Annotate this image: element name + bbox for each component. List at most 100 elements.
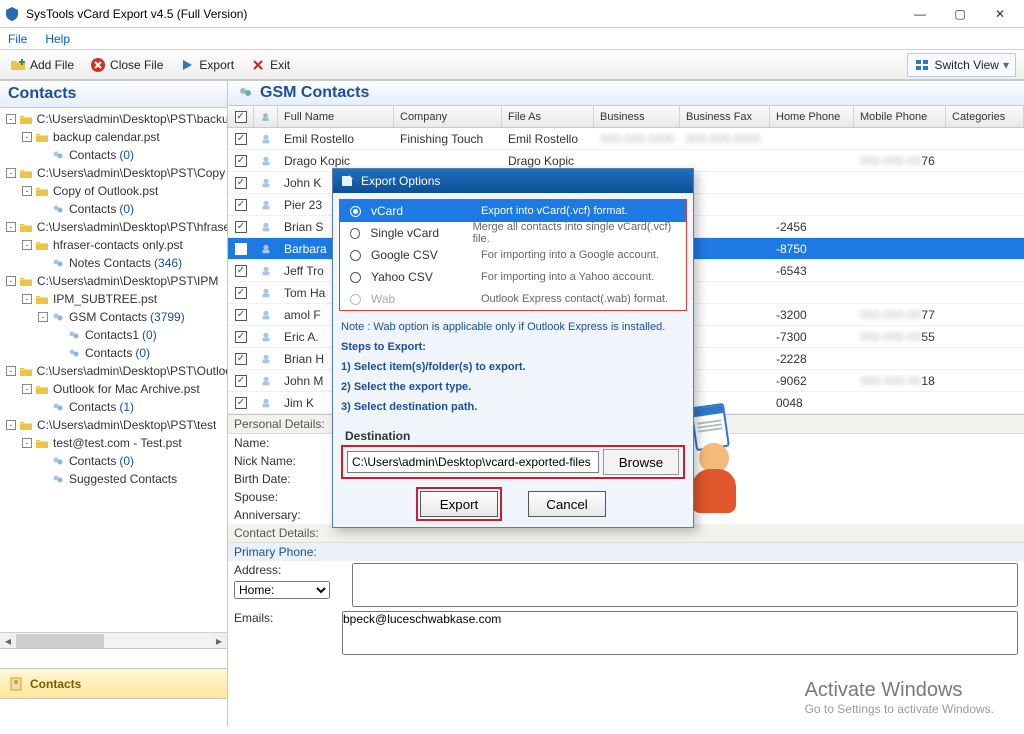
header-checkbox[interactable]: ✓ bbox=[228, 106, 254, 127]
add-file-button[interactable]: Add File bbox=[4, 53, 80, 77]
contacts-folder-icon bbox=[51, 148, 65, 162]
close-button[interactable]: ✕ bbox=[980, 1, 1020, 27]
tree-node[interactable]: -hfraser-contacts only.pst bbox=[0, 236, 227, 254]
col-categories[interactable]: Categories bbox=[946, 106, 1024, 127]
address-type-select[interactable]: Home: bbox=[234, 581, 330, 599]
contact-avatar bbox=[693, 405, 741, 519]
menu-help[interactable]: Help bbox=[45, 32, 70, 46]
label-birthdate: Birth Date: bbox=[234, 472, 334, 486]
scroll-right-icon[interactable]: ▸ bbox=[211, 633, 227, 649]
tree-node[interactable]: -IPM_SUBTREE.pst bbox=[0, 290, 227, 308]
dialog-cancel-button[interactable]: Cancel bbox=[528, 491, 606, 517]
expander-icon[interactable]: - bbox=[38, 312, 48, 322]
close-red-icon bbox=[90, 57, 106, 73]
expander-icon[interactable]: - bbox=[22, 438, 32, 448]
folder-tree[interactable]: -C:\Users\admin\Desktop\PST\backup-backu… bbox=[0, 108, 227, 632]
col-business[interactable]: Business bbox=[594, 106, 680, 127]
scrollbar-thumb[interactable] bbox=[16, 634, 104, 648]
activate-watermark: Activate Windows Go to Settings to activ… bbox=[805, 679, 994, 716]
tree-node[interactable]: -backup calendar.pst bbox=[0, 128, 227, 146]
expander-icon[interactable]: - bbox=[6, 276, 16, 286]
expander-icon[interactable]: - bbox=[22, 186, 32, 196]
folder-icon bbox=[35, 184, 49, 198]
tree-node[interactable]: -test@test.com - Test.pst bbox=[0, 434, 227, 452]
contacts-folder-icon bbox=[67, 328, 81, 342]
label-name: Name: bbox=[234, 436, 334, 450]
label-emails: Emails: bbox=[234, 611, 334, 625]
expander-icon[interactable]: - bbox=[6, 222, 16, 232]
tree-node[interactable]: Notes Contacts (346) bbox=[0, 254, 227, 272]
tree-node[interactable]: -C:\Users\admin\Desktop\PST\Outlook bbox=[0, 362, 227, 380]
tree-node[interactable]: Contacts (0) bbox=[0, 344, 227, 362]
folder-icon bbox=[19, 220, 33, 234]
label-anniversary: Anniversary: bbox=[234, 508, 334, 522]
destination-label: Destination bbox=[333, 425, 693, 445]
tree-node[interactable]: Contacts (0) bbox=[0, 452, 227, 470]
tree-node[interactable]: Suggested Contacts bbox=[0, 470, 227, 488]
tree-node[interactable]: Contacts (1) bbox=[0, 398, 227, 416]
contacts-icon bbox=[8, 676, 24, 692]
tree-node[interactable]: -GSM Contacts (3799) bbox=[0, 308, 227, 326]
tree-node[interactable]: -C:\Users\admin\Desktop\PST\Copy bbox=[0, 164, 227, 182]
expander-icon[interactable]: - bbox=[22, 384, 32, 394]
switch-view-icon bbox=[914, 57, 930, 73]
table-row[interactable]: ✓Emil RostelloFinishing TouchEmil Rostel… bbox=[228, 128, 1024, 150]
tree-node[interactable]: -Outlook for Mac Archive.pst bbox=[0, 380, 227, 398]
label-address: Address: bbox=[234, 563, 334, 577]
address-textarea[interactable] bbox=[352, 563, 1018, 607]
tree-node[interactable]: -C:\Users\admin\Desktop\PST\IPM bbox=[0, 272, 227, 290]
destination-input[interactable] bbox=[347, 451, 599, 473]
menu-file[interactable]: File bbox=[8, 32, 27, 46]
minimize-button[interactable]: — bbox=[900, 1, 940, 27]
col-mobilephone[interactable]: Mobile Phone bbox=[854, 106, 946, 127]
expander-icon[interactable]: - bbox=[6, 420, 16, 430]
exit-icon bbox=[250, 57, 266, 73]
export-option-yahoo-csv[interactable]: Yahoo CSVFor importing into a Yahoo acco… bbox=[340, 266, 686, 288]
tree-node[interactable]: Contacts1 (0) bbox=[0, 326, 227, 344]
expander-icon[interactable]: - bbox=[22, 240, 32, 250]
expander-icon[interactable]: - bbox=[22, 132, 32, 142]
expander-icon[interactable]: - bbox=[22, 294, 32, 304]
tree-node[interactable]: -C:\Users\admin\Desktop\PST\hfraser bbox=[0, 218, 227, 236]
col-fullname[interactable]: Full Name bbox=[278, 106, 394, 127]
export-icon bbox=[339, 173, 355, 189]
col-fileas[interactable]: File As bbox=[502, 106, 594, 127]
tree-node[interactable]: Contacts (0) bbox=[0, 200, 227, 218]
expander-icon[interactable]: - bbox=[6, 114, 16, 124]
export-option-google-csv[interactable]: Google CSVFor importing into a Google ac… bbox=[340, 244, 686, 266]
col-company[interactable]: Company bbox=[394, 106, 502, 127]
emails-textarea[interactable]: bpeck@luceschwabkase.com bbox=[342, 611, 1018, 655]
folder-icon bbox=[35, 238, 49, 252]
col-businessfax[interactable]: Business Fax bbox=[680, 106, 770, 127]
sidebar-scrollbar[interactable]: ◂ ▸ bbox=[0, 632, 227, 648]
export-option-vcard[interactable]: vCardExport into vCard(.vcf) format. bbox=[340, 200, 686, 222]
dialog-export-button[interactable]: Export bbox=[420, 491, 498, 517]
content-title: GSM Contacts bbox=[228, 81, 1024, 106]
folder-icon bbox=[35, 292, 49, 306]
tree-node[interactable]: Contacts (0) bbox=[0, 146, 227, 164]
play-icon bbox=[179, 57, 195, 73]
export-option-single-vcard[interactable]: Single vCardMerge all contacts into sing… bbox=[340, 222, 686, 244]
label-primary-phone: Primary Phone: bbox=[234, 545, 334, 559]
col-homephone[interactable]: Home Phone bbox=[770, 106, 854, 127]
sidebar-nav-contacts[interactable]: Contacts bbox=[0, 668, 227, 698]
expander-icon[interactable]: - bbox=[6, 366, 16, 376]
exit-button[interactable]: Exit bbox=[244, 53, 296, 77]
expander-icon[interactable]: - bbox=[6, 168, 16, 178]
contacts-folder-icon bbox=[67, 346, 81, 360]
maximize-button[interactable]: ▢ bbox=[940, 1, 980, 27]
destination-row: Browse bbox=[341, 445, 685, 479]
folder-icon bbox=[35, 382, 49, 396]
format-options: vCardExport into vCard(.vcf) format.Sing… bbox=[339, 199, 687, 311]
tree-node[interactable]: -C:\Users\admin\Desktop\PST\test bbox=[0, 416, 227, 434]
tree-node[interactable]: -C:\Users\admin\Desktop\PST\backup bbox=[0, 110, 227, 128]
contacts-folder-icon bbox=[51, 400, 65, 414]
switch-view-button[interactable]: Switch View ▾ bbox=[907, 53, 1016, 77]
tree-node[interactable]: -Copy of Outlook.pst bbox=[0, 182, 227, 200]
scroll-left-icon[interactable]: ◂ bbox=[0, 633, 16, 649]
browse-button[interactable]: Browse bbox=[603, 449, 679, 475]
folder-icon bbox=[19, 166, 33, 180]
export-button[interactable]: Export bbox=[173, 53, 240, 77]
close-file-button[interactable]: Close File bbox=[84, 53, 169, 77]
export-option-wab: WabOutlook Express contact(.wab) format. bbox=[340, 288, 686, 310]
